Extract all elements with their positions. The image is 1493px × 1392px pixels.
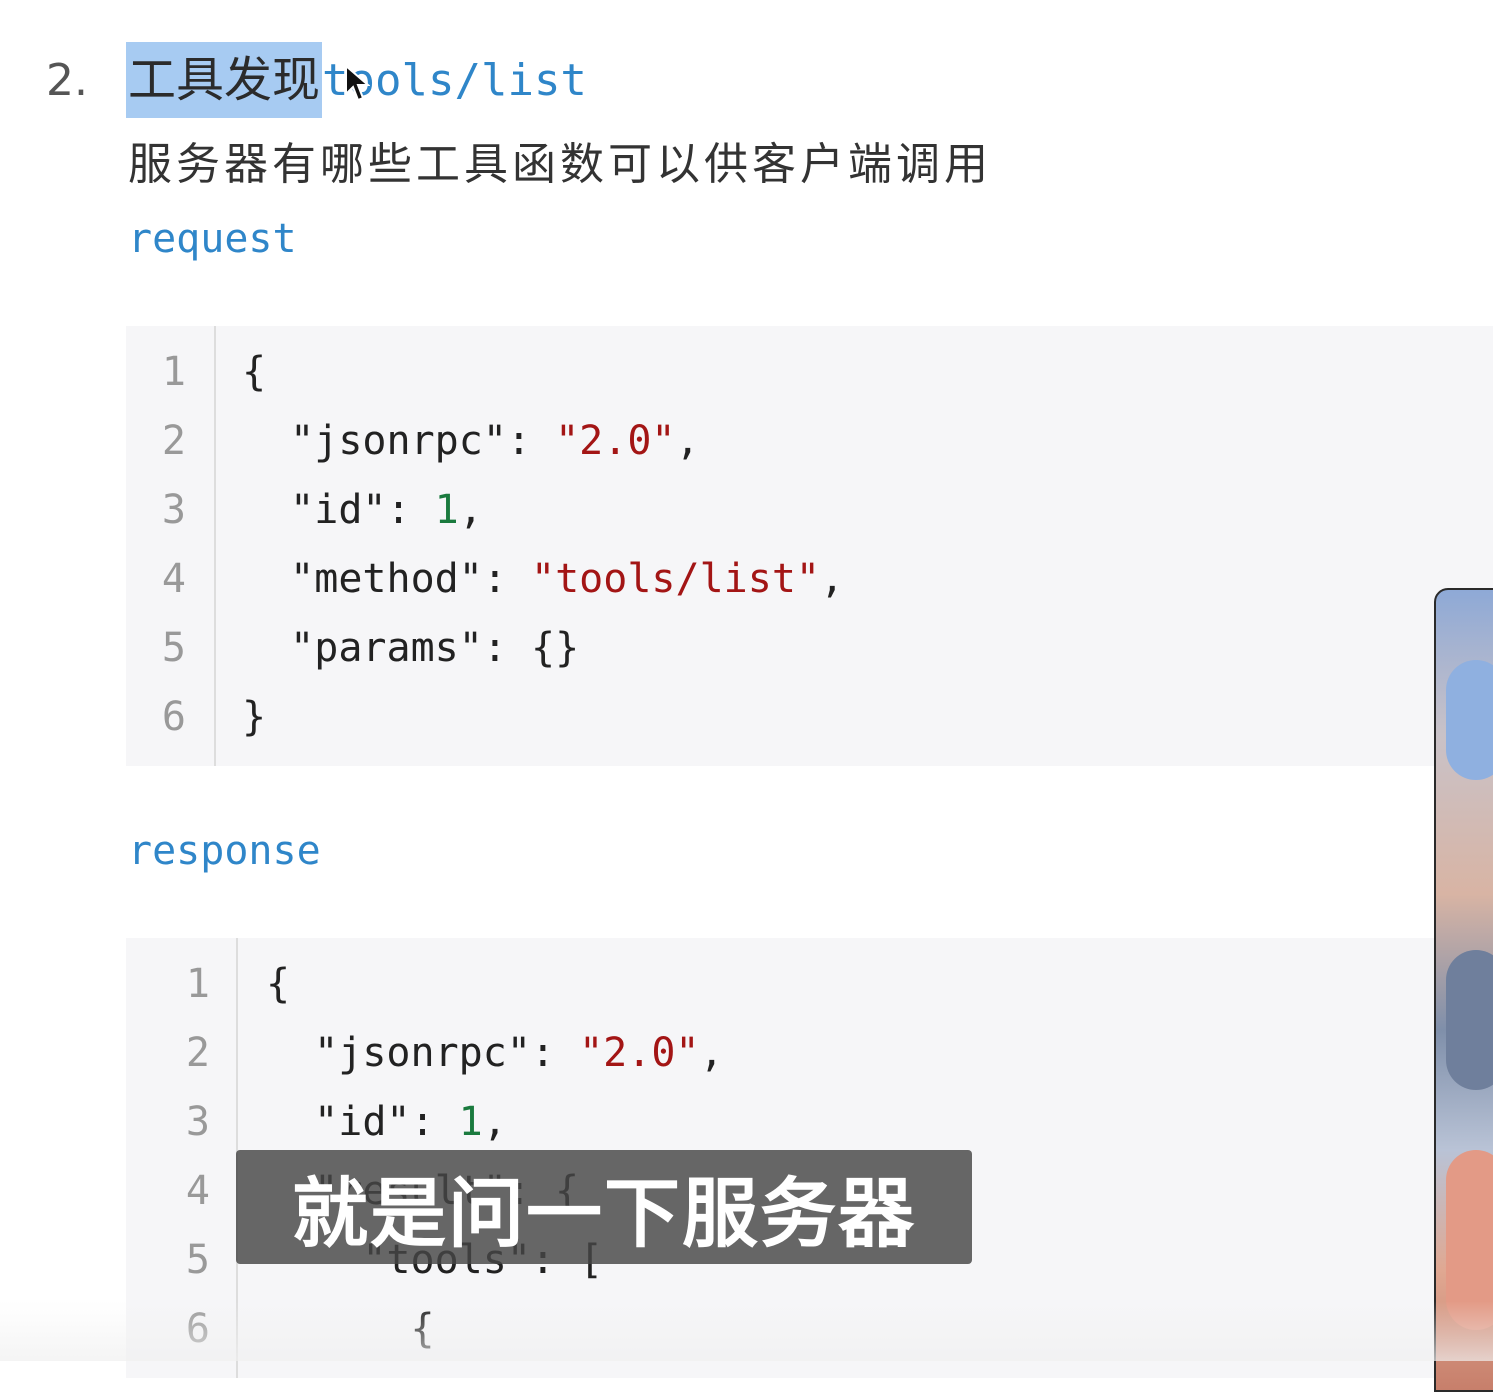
code-token: "jsonrpc" [242,418,507,464]
code-line: "id": 1, [242,476,483,545]
code-line: "params": {} [242,614,579,683]
code-token: , [819,556,845,602]
code-line: "id": 1, [266,1088,507,1157]
code-line: "method": "tools/list", [242,545,844,614]
code-token: : [482,556,531,602]
code-token: { [266,961,291,1007]
video-subtitle-caption: 就是问一下服务器 [236,1150,972,1264]
code-line: "jsonrpc": "2.0", [242,407,700,476]
response-label: response [128,828,321,874]
highlighted-heading-text[interactable]: 工具发现 [126,42,323,118]
code-token: : [530,1030,580,1076]
code-token: "id" [242,487,387,533]
line-number: 5 [161,625,186,671]
code-token: "params" [242,625,483,671]
code-token: "2.0" [555,418,676,464]
code-token: "2.0" [579,1030,700,1076]
code-token: : {} [482,625,580,671]
code-token: "id" [266,1099,411,1145]
mouse-pointer-icon [345,64,370,102]
section-heading: 2. 工具发现 tools/list [46,40,587,120]
code-token: "jsonrpc" [266,1030,531,1076]
line-number: 3 [161,487,186,533]
code-token: : [506,418,556,464]
code-line: } [242,683,266,752]
code-token: , [675,418,700,464]
request-label: request [128,216,297,262]
line-number: 1 [185,961,210,1007]
code-token: "method" [242,556,483,602]
line-number: 4 [185,1168,210,1214]
code-token: : [410,1099,459,1145]
code-token: 1 [458,1099,483,1145]
code-token: , [699,1030,724,1076]
line-number: 2 [161,418,186,464]
list-number: 2. [46,54,88,106]
code-token: , [458,487,483,533]
code-line: { [266,950,290,1019]
webcam-overlay [1434,588,1493,1392]
line-number: 2 [185,1030,210,1076]
section-description: 服务器有哪些工具函数可以供客户端调用 [128,139,992,190]
code-token: , [482,1099,507,1145]
code-token: { [242,349,267,395]
code-token: } [242,694,267,740]
code-token: : [386,487,435,533]
line-number: 1 [161,349,186,395]
code-line: { [242,338,266,407]
code-line: "jsonrpc": "2.0", [266,1019,724,1088]
line-number: 6 [161,694,186,740]
line-number: 3 [185,1099,210,1145]
code-token: 1 [434,487,459,533]
code-token: "tools/list" [531,556,820,602]
line-number: 4 [161,556,186,602]
request-code-block[interactable]: 1 {2 "jsonrpc": "2.0", 3 "id": 1, 4 "method… [126,326,1493,766]
bottom-fade [0,1301,1493,1361]
line-number: 5 [185,1237,210,1283]
